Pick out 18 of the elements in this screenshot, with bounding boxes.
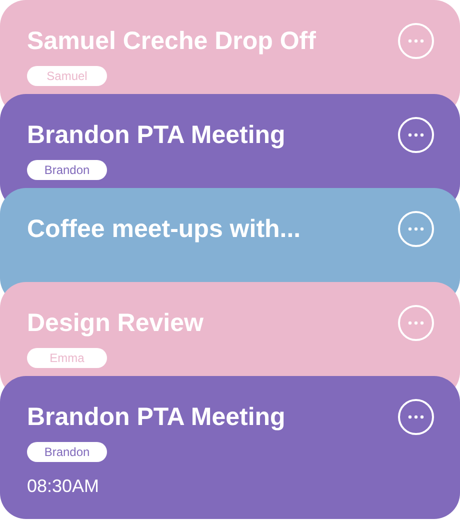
person-tag: Emma	[27, 348, 107, 368]
event-title: Design Review	[27, 308, 204, 338]
event-title: Brandon PTA Meeting	[27, 402, 286, 432]
event-title: Brandon PTA Meeting	[27, 120, 286, 150]
person-tag: Brandon	[27, 442, 107, 462]
ellipsis-icon	[408, 39, 424, 43]
ellipsis-icon	[408, 321, 424, 325]
person-tag: Samuel	[27, 66, 107, 86]
more-button[interactable]	[398, 117, 434, 153]
ellipsis-icon	[408, 133, 424, 137]
event-title: Coffee meet-ups with...	[27, 214, 301, 244]
ellipsis-icon	[408, 415, 424, 419]
more-button[interactable]	[398, 211, 434, 247]
event-title: Samuel Creche Drop Off	[27, 26, 316, 56]
ellipsis-icon	[408, 227, 424, 231]
person-tag: Brandon	[27, 160, 107, 180]
event-time: 08:30AM	[27, 476, 100, 497]
more-button[interactable]	[398, 399, 434, 435]
